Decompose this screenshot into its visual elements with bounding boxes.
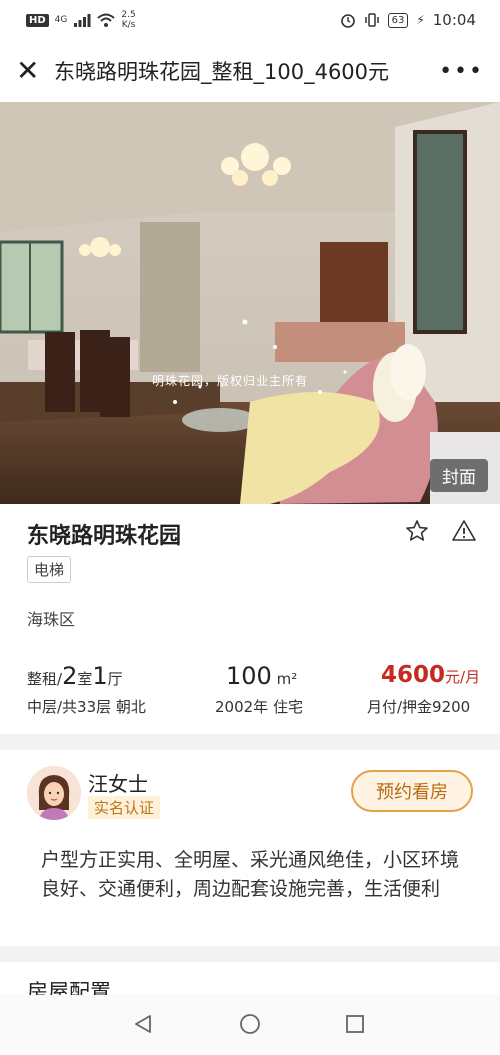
price-column: 4600元/月 月付/押金9200: [367, 662, 481, 716]
more-options-icon[interactable]: •••: [439, 59, 484, 84]
hd-indicator: HD: [26, 13, 49, 27]
back-icon[interactable]: [132, 1013, 154, 1035]
area-unit: m²: [271, 670, 298, 688]
vibrate-icon: [364, 13, 379, 27]
close-icon[interactable]: ✕: [16, 57, 39, 85]
room-photo-illustration: [0, 102, 500, 504]
agent-avatar[interactable]: [27, 766, 81, 820]
price-value: 4600: [381, 662, 446, 688]
room-count: 2: [62, 662, 78, 690]
home-icon[interactable]: [239, 1013, 261, 1035]
network-speed: 2.5 K/s: [121, 10, 135, 30]
listing-name: 东晓路明珠花园: [27, 524, 182, 549]
battery-level: 63: [387, 12, 409, 28]
cover-badge: 封面: [430, 459, 488, 492]
district-label: 海珠区: [27, 610, 76, 629]
area-column: 100 m² 2002年 住宅: [215, 662, 303, 716]
wifi-icon: [97, 13, 116, 27]
page-title: 东晓路明珠花园_整租_100_4600元: [54, 60, 390, 84]
floor-orientation: 中层/共33层 朝北: [27, 698, 146, 716]
room-unit: 室: [77, 670, 93, 688]
agent-card: 汪女士 实名认证 预约看房 户型方正实用、全明屋、采光通风绝佳，小区环境良好、交…: [0, 750, 500, 946]
layout-column: 整租/2室1厅 中层/共33层 朝北: [27, 662, 146, 716]
network-label: 4G: [54, 15, 68, 25]
clock: 10:04: [432, 11, 476, 29]
verified-badge: 实名认证: [88, 796, 161, 819]
agent-name: 汪女士: [88, 772, 148, 796]
rent-type: 整租/: [27, 670, 63, 688]
favorite-star-icon[interactable]: [404, 518, 430, 544]
photo-watermark: 明珠花园，版权归业主所有: [152, 374, 309, 388]
report-warning-icon[interactable]: [451, 518, 477, 544]
payment-terms: 月付/押金9200: [367, 698, 471, 716]
status-left: HD 4G 2.5 K/s: [26, 10, 136, 30]
title-bar: ✕ 东晓路明珠花园_整租_100_4600元 •••: [0, 40, 500, 102]
listing-info-card: 东晓路明珠花园 电梯 海珠区 整租/2室1厅 中层/共33层 朝北 100 m²…: [0, 504, 500, 734]
book-viewing-button[interactable]: 预约看房: [351, 770, 473, 812]
speed-value: 2.5: [121, 10, 136, 20]
hall-count: 1: [92, 662, 108, 690]
area-value: 100: [226, 662, 272, 690]
speed-unit: K/s: [121, 20, 136, 30]
avatar-illustration: [27, 766, 81, 820]
system-nav-bar: [0, 995, 500, 1055]
signal-icon: [74, 14, 91, 27]
recent-apps-icon[interactable]: [345, 1014, 365, 1034]
alarm-icon: [340, 14, 355, 28]
charging-icon: ⚡: [416, 13, 425, 27]
hall-unit: 厅: [107, 670, 123, 688]
price-unit: 元/月: [445, 668, 481, 686]
status-right: 63 ⚡ 10:04: [340, 11, 476, 29]
status-bar: HD 4G 2.5 K/s 63 ⚡ 10:04: [0, 0, 500, 40]
year-type: 2002年 住宅: [215, 698, 303, 716]
listing-description: 户型方正实用、全明屋、采光通风绝佳，小区环境良好、交通便利，周边配套设施完善，生…: [41, 849, 460, 900]
listing-photo[interactable]: 明珠花园，版权归业主所有 封面: [0, 102, 500, 504]
elevator-tag: 电梯: [27, 556, 72, 583]
